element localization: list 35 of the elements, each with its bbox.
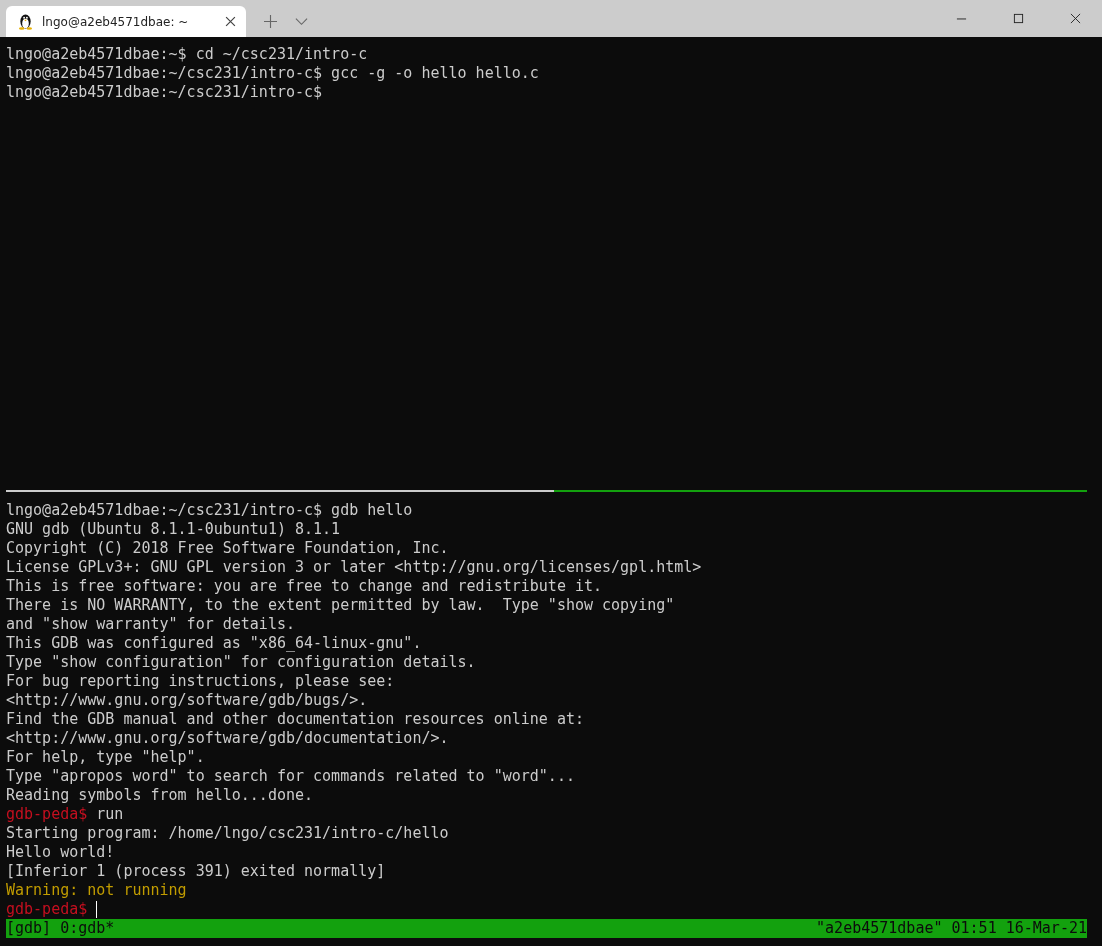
terminal-line: There is NO WARRANTY, to the extent permitted by law. Type "show copying" [6,596,675,615]
penguin-icon [18,13,33,30]
command-text: run [96,805,124,824]
terminal-line: For help, type "help". [6,748,205,767]
terminal-line: For bug reporting instructions, please see: [6,672,395,691]
terminal-line: <http://www.gnu.org/software/gdb/documentation/>. [6,729,449,748]
new-tab-icon[interactable] [264,15,277,28]
terminal-line: This is free software: you are free to change and redistribute it. [6,577,603,596]
terminal-tab[interactable]: lngo@a2eb4571dbae: ~ [6,6,246,37]
gdb-prompt: gdb-peda$ [6,805,88,824]
terminal-line: lngo@a2eb4571dbae:~/csc231/intro-c$ gcc -g -o hello hello.c [6,64,539,83]
session-label: [gdb] 0:gdb* [6,919,115,938]
host-time-label: "a2eb4571dbae" 01:51 16-Mar-21 [816,919,1087,938]
terminal-line: Starting program: /home/lngo/csc231/intro-c/hello [6,824,449,843]
maximize-icon[interactable] [1013,13,1024,24]
terminal-line: Type "apropos word" to search for commands related to "word"... [6,767,575,786]
terminal-line: Find the GDB manual and other documentation resources online at: [6,710,584,729]
terminal-line: and "show warranty" for details. [6,615,295,634]
warning-line: Warning: not running [6,881,187,900]
terminal-line: License GPLv3+: GNU GPL version 3 or later <http://gnu.org/licenses/gpl.html> [6,558,702,577]
terminal-line: lngo@a2eb4571dbae:~/csc231/intro-c$ gdb hello [6,501,413,520]
terminal-line: Reading symbols from hello...done. [6,786,314,805]
terminal-line: [Inferior 1 (process 391) exited normally] [6,862,386,881]
close-tab-icon[interactable] [225,16,236,27]
chevron-down-icon[interactable] [295,15,308,28]
terminal-line: lngo@a2eb4571dbae:~/csc231/intro-c$ [6,83,323,102]
terminal-line: This GDB was configured as "x86_64-linux-gnu". [6,634,422,653]
terminal-line: <http://www.gnu.org/software/gdb/bugs/>. [6,691,368,710]
terminal-line: lngo@a2eb4571dbae:~$ cd ~/csc231/intro-c [6,45,368,64]
gdb-prompt: gdb-peda$ [6,900,88,919]
terminal-line: GNU gdb (Ubuntu 8.1.1-0ubuntu1) 8.1.1 [6,520,341,539]
terminal-line: Hello world! [6,843,115,862]
terminal-line: Copyright (C) 2018 Free Software Foundation, Inc. [6,539,449,558]
terminal-line: Type "show configuration" for configuration details. [6,653,476,672]
close-icon[interactable] [1070,13,1081,24]
